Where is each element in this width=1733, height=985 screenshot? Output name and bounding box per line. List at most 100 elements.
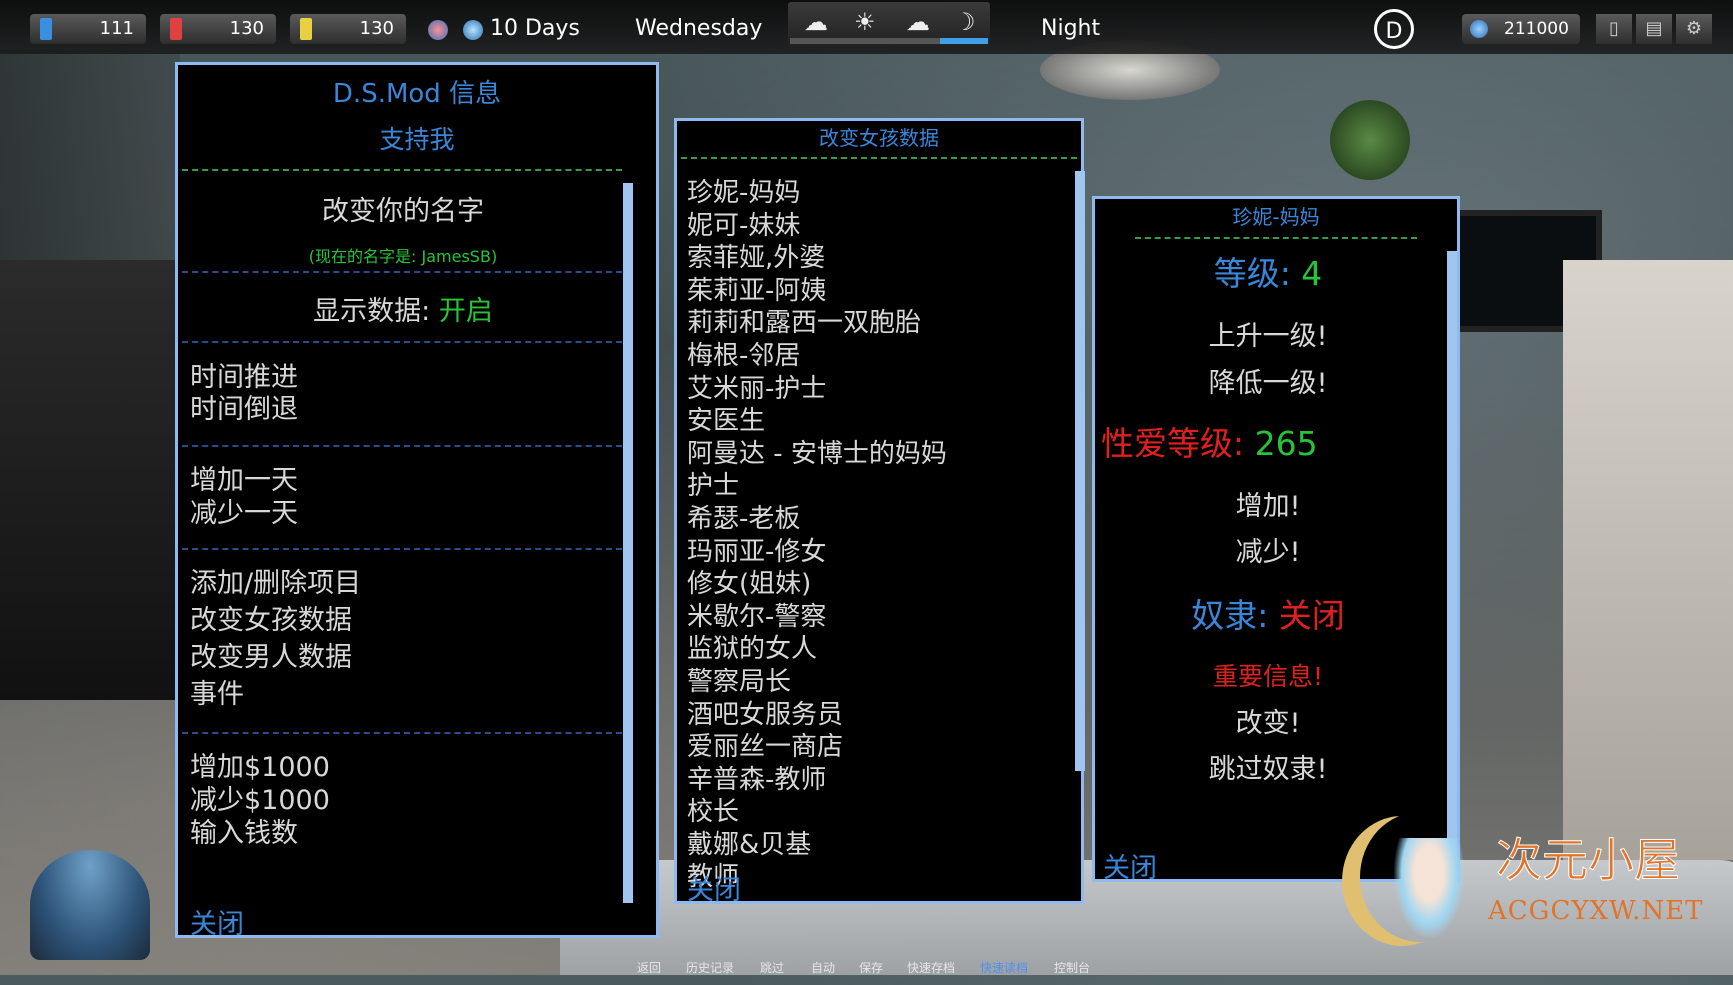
girl-list-item[interactable]: 护士 xyxy=(687,470,1067,503)
change-girls-panel: 改变女孩数据 珍妮-妈妈 妮可-妹妹 索菲娅,外婆 茱莉亚-阿姨 莉莉和露西一双胞胎 梅根… xyxy=(674,118,1085,907)
girl-list-item[interactable]: 酒吧女服务员 xyxy=(687,699,1067,732)
divider xyxy=(182,169,622,171)
divider xyxy=(182,341,622,343)
sunset-icon: ☁ xyxy=(906,8,930,36)
calendar-icon[interactable] xyxy=(428,20,448,40)
computer-icon[interactable]: ▤ xyxy=(1636,14,1672,44)
girl-list-item[interactable]: 妮可-妹妹 xyxy=(687,210,1067,243)
auto-button[interactable]: 自动 xyxy=(811,959,835,976)
add-day-button[interactable]: 增加一天 xyxy=(190,464,298,497)
mood-icon xyxy=(300,18,312,40)
watermark-site: ACGCYXW.NET xyxy=(1488,896,1704,926)
girl-list-item[interactable]: 希瑟-老板 xyxy=(687,503,1067,536)
trash-bin xyxy=(30,850,150,960)
dresser xyxy=(0,260,175,700)
history-button[interactable]: 历史记录 xyxy=(686,959,734,976)
girl-list-item[interactable]: 戴娜&贝基 xyxy=(687,829,1067,862)
girl-list-item[interactable]: 阿曼达 - 安博士的妈妈 xyxy=(687,438,1067,471)
enter-money-button[interactable]: 输入钱数 xyxy=(190,817,298,850)
girl-list-item[interactable]: 茱莉亚-阿姨 xyxy=(687,275,1067,308)
health-icon xyxy=(170,18,182,40)
important-info-button[interactable]: 重要信息! xyxy=(1095,657,1441,693)
girls-panel-title: 改变女孩数据 xyxy=(819,126,939,150)
girl-list-item[interactable]: 修女(姐妹) xyxy=(687,568,1067,601)
save-button[interactable]: 保存 xyxy=(859,959,883,976)
watermark-name: 次元小屋 xyxy=(1496,833,1681,888)
scrollbar[interactable] xyxy=(1447,251,1457,891)
show-data-toggle[interactable]: 显示数据: 开启 xyxy=(178,289,628,328)
close-button[interactable]: 关闭 xyxy=(1103,846,1157,885)
character-stats-panel: 珍妮-妈妈 等级: 4 上升一级! 降低一级! 性爱等级: 265 增加! 减少… xyxy=(1092,196,1460,891)
girl-list-item[interactable]: 梅根-邻居 xyxy=(687,340,1067,373)
energy-icon xyxy=(40,18,52,40)
time-progress xyxy=(790,38,988,44)
coin-icon xyxy=(1470,20,1488,38)
mood-stat: 130 xyxy=(290,14,406,44)
mod-panel-title: D.S.Mod 信息 xyxy=(332,79,502,109)
add-remove-items-button[interactable]: 添加/删除项目 xyxy=(190,567,361,600)
sex-level-label: 性爱等级: xyxy=(1101,424,1255,463)
chibi-mascot xyxy=(1394,838,1464,938)
health-stat: 130 xyxy=(160,14,276,44)
girl-list-item[interactable]: 艾米丽-护士 xyxy=(687,373,1067,406)
girl-list-item[interactable]: 索菲娅,外婆 xyxy=(687,242,1067,275)
sub-money-button[interactable]: 减少$1000 xyxy=(190,784,330,817)
close-button[interactable]: 关闭 xyxy=(687,868,741,907)
back-button[interactable]: 返回 xyxy=(637,959,661,976)
divider xyxy=(182,548,622,550)
girl-list-item[interactable]: 玛丽亚-修女 xyxy=(687,536,1067,569)
events-button[interactable]: 事件 xyxy=(190,678,244,711)
close-button[interactable]: 关闭 xyxy=(190,902,244,941)
divider xyxy=(182,732,622,734)
show-data-value: 开启 xyxy=(438,296,493,327)
girl-list-item[interactable]: 米歇尔-警察 xyxy=(687,601,1067,634)
quick-save-button[interactable]: 快速存档 xyxy=(907,959,955,976)
energy-stat: 111 xyxy=(30,14,146,44)
support-me-link[interactable]: 支持我 xyxy=(178,120,656,156)
change-girls-data-button[interactable]: 改变女孩数据 xyxy=(190,604,352,637)
girl-list-item[interactable]: 辛普森-教师 xyxy=(687,764,1067,797)
quick-menu: 返回 历史记录 跳过 自动 保存 快速存档 快速读档 控制台 xyxy=(0,955,1733,975)
sunrise-icon: ☁ xyxy=(804,8,828,36)
increase-button[interactable]: 增加! xyxy=(1095,484,1441,523)
level-up-button[interactable]: 上升一级! xyxy=(1095,314,1441,353)
girl-list-item[interactable]: 监狱的女人 xyxy=(687,633,1067,666)
phone-icon[interactable]: ▯ xyxy=(1596,14,1632,44)
girl-list-item[interactable]: 校长 xyxy=(687,796,1067,829)
character-name: 珍妮-妈妈 xyxy=(1232,205,1320,229)
girl-list-item[interactable]: 安医生 xyxy=(687,405,1067,438)
sub-day-button[interactable]: 减少一天 xyxy=(190,497,298,530)
time-back-button[interactable]: 时间倒退 xyxy=(190,393,298,426)
console-button[interactable]: 控制台 xyxy=(1054,959,1090,976)
sun-icon: ☀ xyxy=(854,8,876,36)
level-row: 等级: 4 xyxy=(1095,247,1441,295)
add-money-button[interactable]: 增加$1000 xyxy=(190,751,330,784)
quick-load-button[interactable]: 快速读档 xyxy=(980,959,1028,976)
settings-gear-icon[interactable]: ⚙ xyxy=(1676,14,1712,44)
mood-value: 130 xyxy=(359,18,394,39)
change-button[interactable]: 改变! xyxy=(1095,701,1441,740)
girl-list-item[interactable]: 警察局长 xyxy=(687,666,1067,699)
change-name-button[interactable]: 改变你的名字 xyxy=(178,189,628,228)
level-value: 4 xyxy=(1301,254,1323,293)
decrease-button[interactable]: 减少! xyxy=(1095,530,1441,569)
slave-label: 奴隶: xyxy=(1191,596,1279,635)
slave-value: 关闭 xyxy=(1278,596,1345,635)
game-logo-icon[interactable]: D xyxy=(1374,9,1414,49)
top-hud: 111 130 130 10 Days Wednesday ☁ ☀ ☁ ☽ Ni… xyxy=(0,0,1733,54)
health-value: 130 xyxy=(229,18,264,39)
girl-list-item[interactable]: 教师 xyxy=(687,861,1067,894)
money-display: 211000 xyxy=(1462,14,1580,44)
clock-icon[interactable] xyxy=(463,20,483,40)
sex-level-row: 性爱等级: 265 xyxy=(1101,417,1447,465)
change-men-data-button[interactable]: 改变男人数据 xyxy=(190,641,352,674)
skip-button[interactable]: 跳过 xyxy=(760,959,784,976)
scrollbar[interactable] xyxy=(1075,171,1085,771)
girl-list-item[interactable]: 莉莉和露西一双胞胎 xyxy=(687,307,1067,340)
level-down-button[interactable]: 降低一级! xyxy=(1095,361,1441,400)
girl-list-item[interactable]: 珍妮-妈妈 xyxy=(687,177,1067,210)
skip-slave-button[interactable]: 跳过奴隶! xyxy=(1095,747,1441,786)
girl-list-item[interactable]: 爱丽丝一商店 xyxy=(687,731,1067,764)
moon-icon: ☽ xyxy=(954,8,976,36)
time-forward-button[interactable]: 时间推进 xyxy=(190,361,298,394)
